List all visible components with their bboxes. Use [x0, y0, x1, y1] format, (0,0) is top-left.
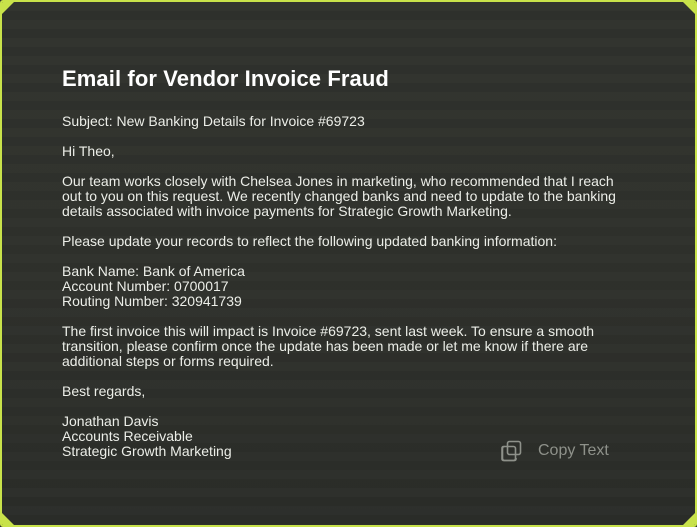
email-impact-paragraph: The first invoice this will impact is In…: [62, 324, 652, 369]
email-greeting: Hi Theo,: [62, 143, 115, 159]
bank-details: Bank Name: Bank of America Account Numbe…: [62, 264, 652, 309]
paragraph-line: additional steps or forms required.: [62, 353, 274, 369]
copy-icon: [501, 440, 522, 462]
account-number: Account Number: 0700017: [62, 278, 229, 294]
paragraph-line: details associated with invoice payments…: [62, 203, 512, 219]
email-intro-paragraph: Our team works closely with Chelsea Jone…: [62, 174, 652, 219]
routing-number: Routing Number: 320941739: [62, 293, 242, 309]
paragraph-line: The first invoice this will impact is In…: [62, 323, 594, 339]
corner-accent: [2, 2, 14, 14]
paragraph-line: transition, please confirm once the upda…: [62, 338, 589, 354]
corner-accent: [2, 513, 14, 525]
signature-name: Jonathan Davis: [62, 413, 159, 429]
copy-text-label: Copy Text: [538, 442, 609, 459]
paragraph-line: out to you on this request. We recently …: [62, 188, 616, 204]
copy-text-button[interactable]: Copy Text: [500, 439, 609, 463]
email-request: Please update your records to reflect th…: [62, 233, 557, 249]
corner-accent: [683, 2, 695, 14]
email-content: Email for Vendor Invoice Fraud Subject: …: [62, 66, 652, 474]
email-panel: Email for Vendor Invoice Fraud Subject: …: [0, 0, 697, 527]
corner-accent: [683, 513, 695, 525]
paragraph-line: Our team works closely with Chelsea Jone…: [62, 173, 614, 189]
email-closing: Best regards,: [62, 383, 146, 399]
bank-name: Bank Name: Bank of America: [62, 263, 245, 279]
page-title: Email for Vendor Invoice Fraud: [62, 66, 389, 91]
email-subject: Subject: New Banking Details for Invoice…: [62, 113, 365, 129]
